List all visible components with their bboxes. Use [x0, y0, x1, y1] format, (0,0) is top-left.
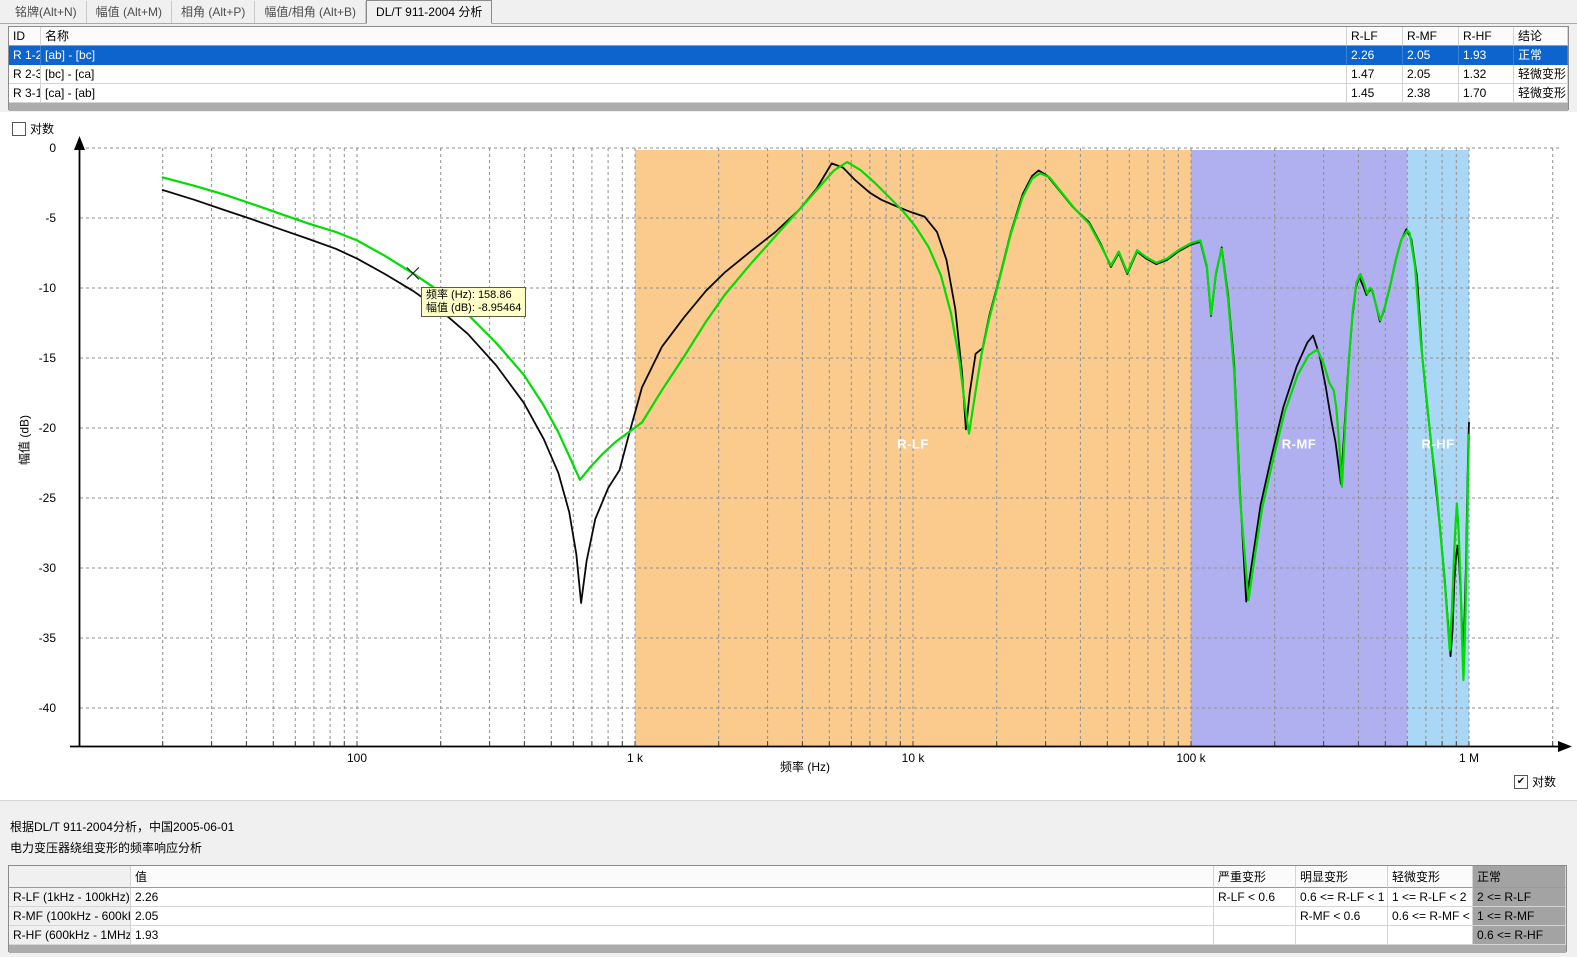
col-header-conclusion[interactable]: 结论 [1514, 27, 1568, 46]
criteria-row-rlf[interactable]: R-LF (1kHz - 100kHz) 2.26 R-LF < 0.6 0.6… [9, 888, 1566, 907]
log-checkbox-top[interactable]: ✔ 对数 [12, 120, 54, 137]
cell-rlf: 1.47 [1347, 65, 1403, 84]
criteria-row-rmf[interactable]: R-MF (100kHz - 600kHz) 2.05 R-MF < 0.6 0… [9, 907, 1566, 926]
cell-slight [1388, 926, 1473, 945]
table-row[interactable]: R 3-1 [ca] - [ab] 1.45 2.38 1.70 轻微变形 [9, 84, 1568, 103]
criteria-table-header: 值 严重变形 明显变形 轻微变形 正常 [9, 866, 1566, 888]
cell-conclusion: 正常 [1514, 46, 1568, 65]
x-tick-label: 10 k [902, 751, 925, 765]
y-tick-label: -5 [18, 211, 56, 225]
cell-name: [ab] - [bc] [41, 46, 1347, 65]
y-tick-label: -10 [18, 281, 56, 295]
checkbox-label: 对数 [30, 120, 54, 137]
cell-normal: 0.6 <= R-HF [1473, 926, 1566, 945]
cell-name: [ca] - [ab] [41, 84, 1347, 103]
tab-magnitude[interactable]: 幅值 (Alt+M) [87, 1, 172, 23]
col-header-rhf[interactable]: R-HF [1459, 27, 1514, 46]
cell-obvious [1296, 926, 1388, 945]
cell-rhf: 1.32 [1459, 65, 1514, 84]
tooltip-frequency: 频率 (Hz): 158.86 [426, 289, 521, 302]
col-header-rlf[interactable]: R-LF [1347, 27, 1403, 46]
cell-name: [bc] - [ca] [41, 65, 1347, 84]
table-row[interactable]: R 1-2 [ab] - [bc] 2.26 2.05 1.93 正常 [9, 46, 1568, 65]
cell-id: R 3-1 [9, 84, 41, 103]
col-header-value[interactable]: 值 [131, 866, 1214, 888]
results-table-header: ID 名称 R-LF R-MF R-HF 结论 [9, 27, 1568, 46]
x-axis-title: 频率 (Hz) [780, 758, 830, 775]
cell-slight: 1 <= R-LF < 2 [1388, 888, 1473, 907]
tab-dlt911-analysis[interactable]: DL/T 911-2004 分析 [366, 0, 492, 24]
x-tick-label: 100 [347, 751, 367, 765]
cell-obvious: R-MF < 0.6 [1296, 907, 1388, 926]
cell-rmf: 2.38 [1403, 84, 1459, 103]
col-header-name[interactable]: 名称 [41, 27, 1347, 46]
cell-rmf: 2.05 [1403, 65, 1459, 84]
col-header-blank [9, 866, 131, 888]
col-header-normal[interactable]: 正常 [1473, 866, 1566, 888]
cell-severe [1214, 926, 1296, 945]
cell-value: 2.05 [131, 907, 1214, 926]
cell-rhf: 1.93 [1459, 46, 1514, 65]
y-tick-label: -35 [18, 631, 56, 645]
y-tick-label: 0 [18, 141, 56, 155]
cell-rlf: 1.45 [1347, 84, 1403, 103]
table-row[interactable]: R 2-3 [bc] - [ca] 1.47 2.05 1.32 轻微变形 [9, 65, 1568, 84]
tab-bar: 铭牌(Alt+N) 幅值 (Alt+M) 相角 (Alt+P) 幅值/相角 (A… [0, 0, 1577, 24]
cell-rlf: 2.26 [1347, 46, 1403, 65]
cell-value: 2.26 [131, 888, 1214, 907]
analysis-standard-text: 根据DL/T 911-2004分析，中国2005-06-01 [10, 818, 234, 835]
region-label-rlf: R-LF [897, 437, 929, 452]
cell-severe [1214, 907, 1296, 926]
tab-phase[interactable]: 相角 (Alt+P) [172, 1, 255, 23]
log-checkbox-bottom[interactable]: ✔ 对数 [1514, 773, 1556, 790]
cell-id: R 1-2 [9, 46, 41, 65]
tab-nameplate[interactable]: 铭牌(Alt+N) [6, 1, 87, 23]
y-tick-label: -15 [18, 351, 56, 365]
tooltip-magnitude: 幅值 (dB): -8.95464 [426, 302, 521, 315]
cell-normal: 1 <= R-MF [1473, 907, 1566, 926]
table-filler [9, 945, 1566, 953]
checkbox-icon: ✔ [12, 122, 26, 136]
region-label-rhf: R-HF [1421, 437, 1454, 452]
analysis-title-text: 电力变压器绕组变形的频率响应分析 [10, 839, 202, 856]
cell-value: 1.93 [131, 926, 1214, 945]
col-header-rmf[interactable]: R-MF [1403, 27, 1459, 46]
row-label: R-MF (100kHz - 600kHz) [9, 907, 131, 926]
x-tick-label: 1 k [627, 751, 643, 765]
col-header-id[interactable]: ID [9, 27, 41, 46]
cell-normal: 2 <= R-LF [1473, 888, 1566, 907]
x-tick-label: 100 k [1176, 751, 1205, 765]
cell-rmf: 2.05 [1403, 46, 1459, 65]
cell-slight: 0.6 <= R-MF < 1 [1388, 907, 1473, 926]
y-axis-title: 幅值 (dB) [16, 415, 33, 465]
cell-obvious: 0.6 <= R-LF < 1 [1296, 888, 1388, 907]
checkbox-checked-icon: ✔ [1514, 775, 1528, 789]
y-tick-label: -30 [18, 561, 56, 575]
y-tick-label: -40 [18, 701, 56, 715]
cell-conclusion: 轻微变形 [1514, 84, 1568, 103]
region-label-rmf: R-MF [1282, 437, 1317, 452]
checkbox-label: 对数 [1532, 773, 1556, 790]
results-table: ID 名称 R-LF R-MF R-HF 结论 R 1-2 [ab] - [bc… [8, 26, 1569, 110]
cell-id: R 2-3 [9, 65, 41, 84]
row-label: R-LF (1kHz - 100kHz) [9, 888, 131, 907]
x-tick-label: 1 M [1459, 751, 1479, 765]
cursor-tooltip: 频率 (Hz): 158.86 幅值 (dB): -8.95464 [421, 287, 526, 317]
analysis-footer: 根据DL/T 911-2004分析，中国2005-06-01 电力变压器绕组变形… [0, 800, 1577, 957]
tab-magnitude-phase[interactable]: 幅值/相角 (Alt+B) [255, 1, 366, 23]
criteria-row-rhf[interactable]: R-HF (600kHz - 1MHz) 1.93 0.6 <= R-HF [9, 926, 1566, 945]
col-header-slight[interactable]: 轻微变形 [1388, 866, 1473, 888]
cell-rhf: 1.70 [1459, 84, 1514, 103]
cell-severe: R-LF < 0.6 [1214, 888, 1296, 907]
col-header-obvious[interactable]: 明显变形 [1296, 866, 1388, 888]
table-filler [9, 103, 1568, 111]
fra-chart[interactable]: ✔ 对数 R-LF R-MF R-HF 频率 (Hz): 158.86 幅值 (… [0, 112, 1577, 800]
row-label: R-HF (600kHz - 1MHz) [9, 926, 131, 945]
cell-conclusion: 轻微变形 [1514, 65, 1568, 84]
fra-chart-plot [0, 112, 1577, 800]
y-tick-label: -25 [18, 491, 56, 505]
criteria-table: 值 严重变形 明显变形 轻微变形 正常 R-LF (1kHz - 100kHz)… [8, 865, 1567, 952]
col-header-severe[interactable]: 严重变形 [1214, 866, 1296, 888]
